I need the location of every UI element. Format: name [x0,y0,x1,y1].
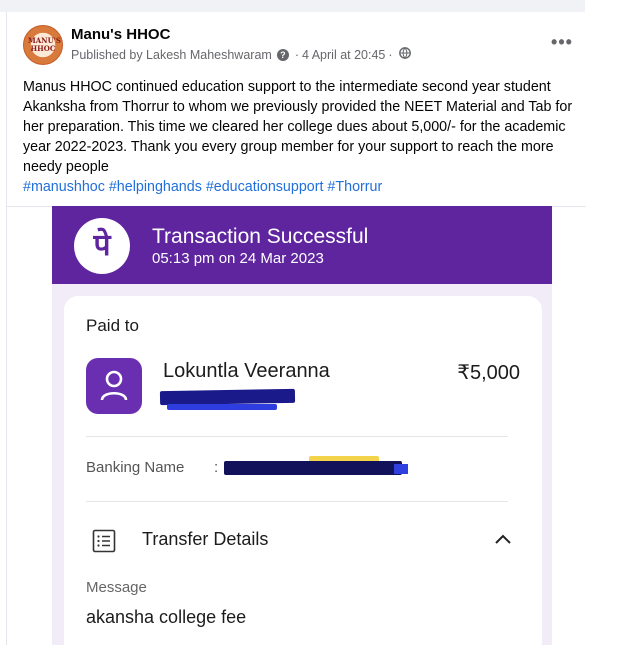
chevron-up-icon [494,532,512,550]
receipt-divider [86,436,508,437]
post-meta: Published by Lakesh Maheshwaram ? · 4 Ap… [71,47,411,62]
page-name-link[interactable]: Manu's HHOC [71,26,170,43]
redaction-scribble [159,388,296,406]
transaction-time: 05:13 pm on 24 Mar 2023 [152,250,324,267]
receipt-card: Paid to Lokuntla Veeranna ₹5,000 6304926… [64,296,542,656]
list-details-icon [92,529,116,558]
message-label: Message [86,579,147,596]
post-body-text: Manus HHOC continued education support t… [23,79,573,175]
page-avatar[interactable]: MANU'S HHOC [23,25,63,65]
globe-icon[interactable] [398,47,411,62]
transaction-status: Transaction Successful [152,225,369,248]
published-by-text[interactable]: Published by Lakesh Maheshwaram [71,48,272,62]
info-icon[interactable]: ? [276,48,289,61]
payee-avatar [86,358,142,414]
payee-name: Lokuntla Veeranna [163,360,330,382]
receipt-divider [86,501,508,502]
post-body: Manus HHOC continued education support t… [23,77,583,197]
facebook-post: MANU'S HHOC Manu's HHOC Published by Lak… [6,12,586,656]
feed-top-strip [0,0,585,12]
more-options-icon[interactable]: ••• [550,32,574,52]
meta-separator: · [388,47,393,62]
feed-right-margin [585,0,625,645]
post-date-link[interactable]: 4 April at 20:45 [302,48,385,62]
redaction-scribble [167,404,277,410]
post-image-receipt[interactable]: पे Transaction Successful 05:13 pm on 24… [52,206,552,656]
redaction-scribble [224,461,402,475]
hashtag-links[interactable]: #manushhoc #helpinghands #educationsuppo… [23,179,382,195]
avatar-logo-text: MANU'S HHOC [28,36,61,53]
banking-name-colon: : [214,459,219,476]
redaction-scribble [394,464,408,474]
transfer-details-label: Transfer Details [142,529,269,549]
phonepe-logo-icon: पे [74,218,130,274]
user-icon [100,370,128,401]
receipt-header: पे Transaction Successful 05:13 pm on 24… [52,206,552,284]
meta-separator: · [294,47,299,62]
banking-name-label: Banking Name [86,459,185,476]
paid-to-label: Paid to [86,316,139,335]
amount: ₹5,000 [457,362,520,384]
message-value: akansha college fee [86,607,247,627]
